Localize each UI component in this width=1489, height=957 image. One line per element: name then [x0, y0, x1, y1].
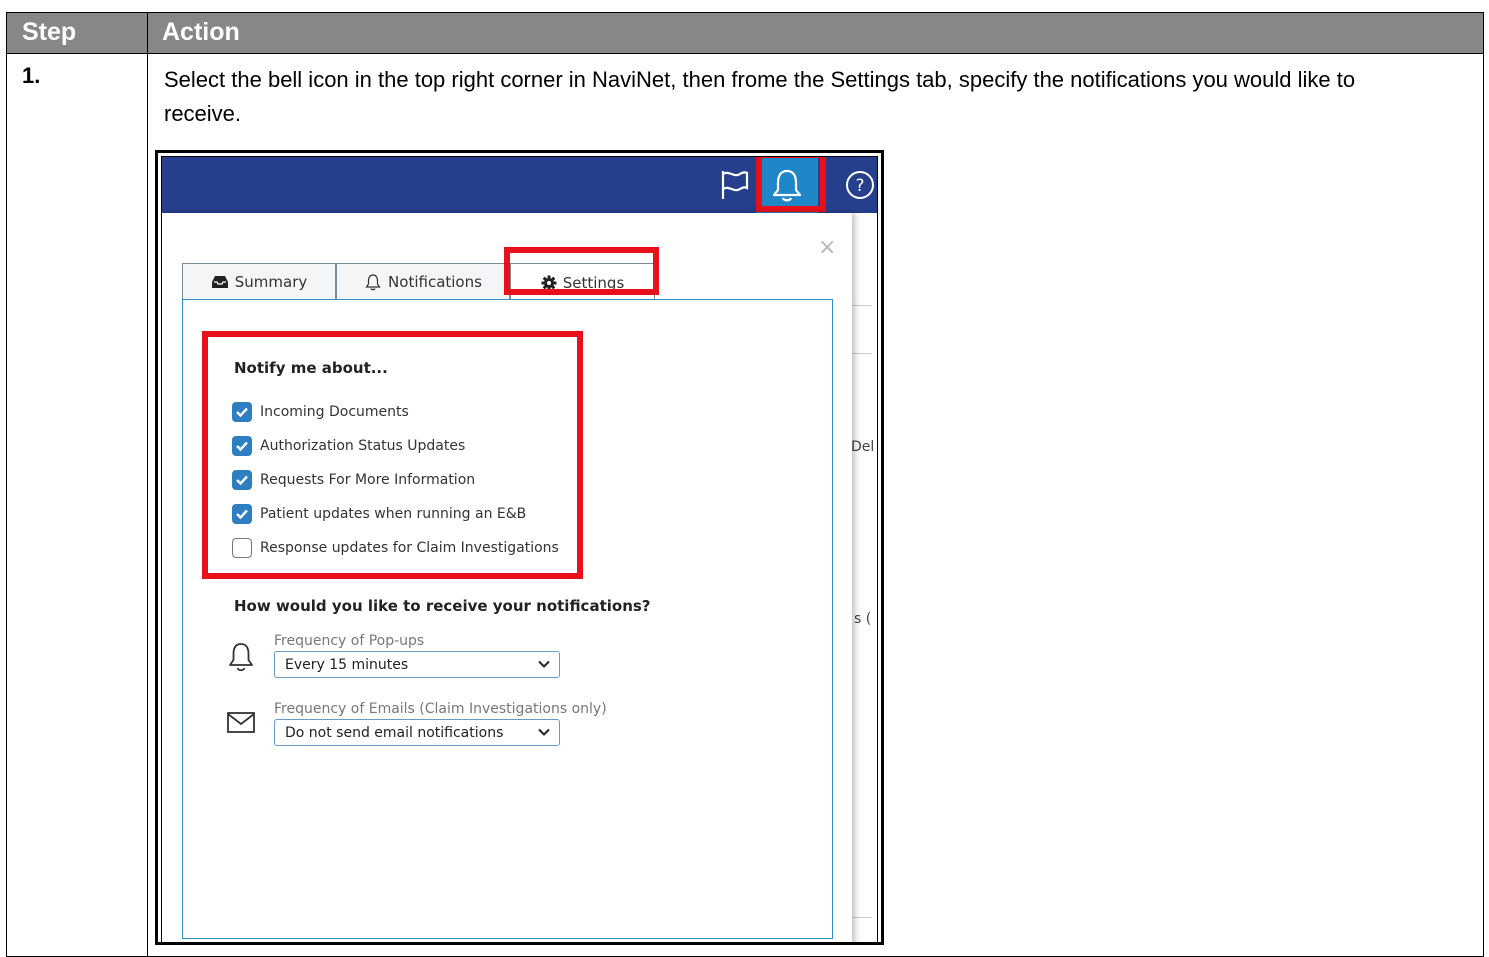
- tab-label: Summary: [234, 272, 308, 291]
- checkbox-label: Requests For More Information: [260, 472, 476, 488]
- checkbox-incoming-documents[interactable]: Incoming Documents: [232, 401, 409, 423]
- checkbox-label: Incoming Documents: [260, 404, 409, 420]
- email-frequency-label: Frequency of Emails (Claim Investigation…: [274, 701, 607, 717]
- select-value: Do not send email notifications: [285, 724, 504, 741]
- checkbox-claim-investigations[interactable]: Response updates for Claim Investigation…: [232, 537, 559, 559]
- select-value: Every 15 minutes: [285, 656, 409, 673]
- help-icon[interactable]: ?: [844, 169, 877, 205]
- chevron-down-icon: [538, 728, 550, 736]
- tab-label: Notifications: [388, 272, 482, 291]
- bell-icon: [229, 643, 253, 672]
- checkbox-checked-icon: [232, 470, 252, 490]
- receive-section-title: How would you like to receive your notif…: [234, 597, 651, 615]
- bg-divider: [852, 917, 872, 918]
- inbox-icon: [211, 275, 228, 288]
- checkbox-patient-updates[interactable]: Patient updates when running an E&B: [232, 503, 526, 525]
- checkbox-requests-more-info[interactable]: Requests For More Information: [232, 469, 475, 491]
- envelope-icon: [227, 712, 255, 733]
- popup-frequency-select[interactable]: Every 15 minutes: [274, 651, 560, 678]
- bg-divider: [852, 305, 872, 306]
- settings-tab-highlight-box: [504, 247, 659, 295]
- notify-section-title: Notify me about...: [234, 359, 388, 377]
- chevron-down-icon: [538, 660, 550, 668]
- bg-text-fragment: Del: [851, 439, 875, 455]
- bg-divider: [852, 353, 872, 354]
- tab-summary[interactable]: Summary: [182, 263, 336, 299]
- checkbox-checked-icon: [232, 504, 252, 524]
- header-action: Action: [162, 18, 240, 46]
- svg-text:?: ?: [855, 176, 864, 196]
- bg-text-fragment: s (: [854, 611, 872, 627]
- flag-icon[interactable]: [717, 167, 753, 203]
- checkbox-label: Response updates for Claim Investigation…: [260, 540, 559, 556]
- header-step: Step: [22, 18, 77, 46]
- checkbox-authorization-status[interactable]: Authorization Status Updates: [232, 435, 465, 457]
- checkbox-checked-icon: [232, 436, 252, 456]
- step-number: 1.: [22, 63, 41, 88]
- step-instruction: Select the bell icon in the top right co…: [164, 67, 1356, 126]
- checkbox-label: Authorization Status Updates: [260, 438, 466, 454]
- close-icon[interactable]: ×: [818, 235, 836, 260]
- screenshot-inner: Del s ( ? × Summary Notifications Settin…: [161, 156, 878, 942]
- notification-panel: × Summary Notifications Settings Notify …: [162, 213, 852, 942]
- column-divider: [147, 13, 148, 956]
- popup-frequency-label: Frequency of Pop-ups: [274, 633, 425, 649]
- email-frequency-select[interactable]: Do not send email notifications: [274, 719, 560, 746]
- checkbox-label: Patient updates when running an E&B: [260, 506, 527, 522]
- tab-notifications[interactable]: Notifications: [336, 263, 510, 299]
- navinet-screenshot: Del s ( ? × Summary Notifications Settin…: [155, 150, 884, 945]
- bell-highlight-box: [756, 157, 826, 212]
- checkbox-unchecked-icon: [232, 538, 252, 558]
- table-header-row: Step Action: [7, 13, 1483, 54]
- checkbox-checked-icon: [232, 402, 252, 422]
- bell-icon: [365, 273, 381, 290]
